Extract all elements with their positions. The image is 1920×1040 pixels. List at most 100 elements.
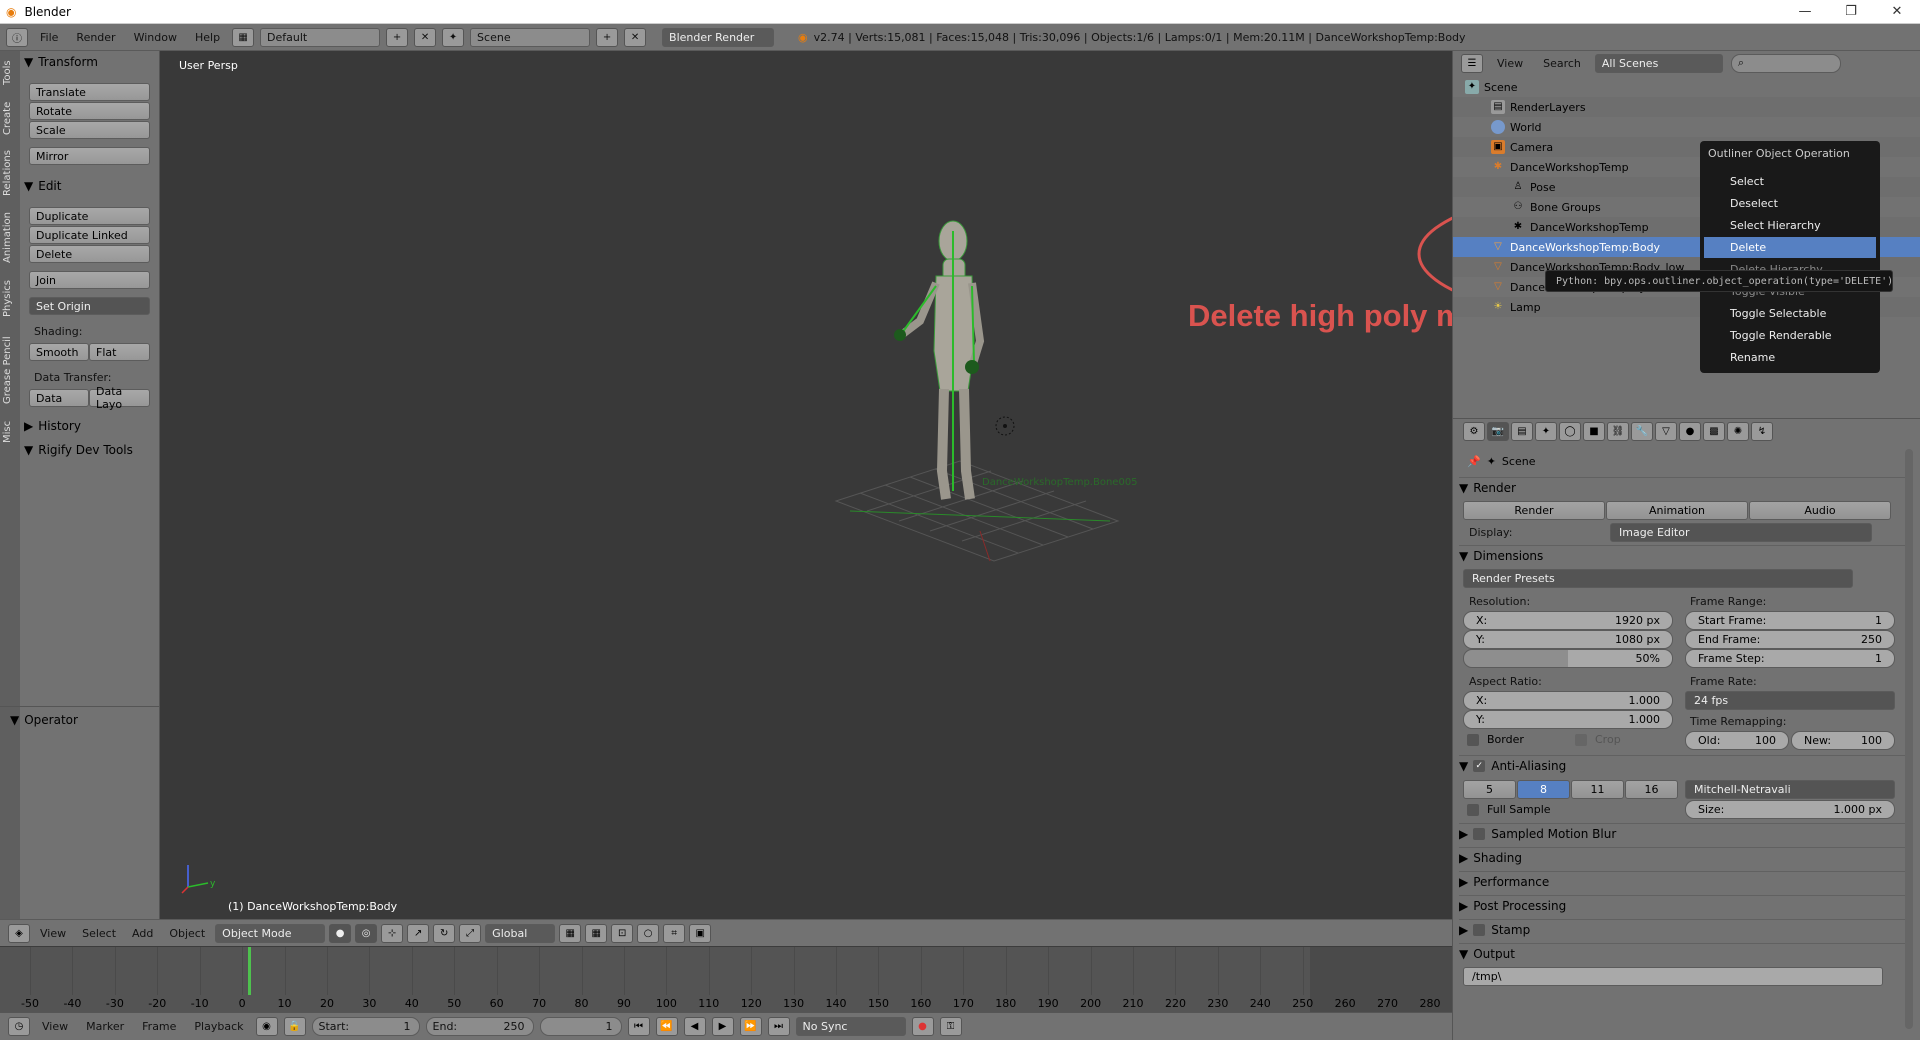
minimize-button[interactable]: — [1782, 4, 1828, 19]
close-button[interactable]: ✕ [1874, 4, 1920, 19]
editor-type-icon[interactable]: ◷ [8, 1017, 30, 1036]
shading-icon[interactable]: ● [329, 923, 352, 943]
menu-item-select-hierarchy[interactable]: Select Hierarchy [1704, 215, 1876, 236]
resolution-percent-field[interactable]: 50% [1463, 649, 1673, 668]
menu-item-toggle-selectable[interactable]: Toggle Selectable [1704, 303, 1876, 324]
lock-icon[interactable]: ⊡ [611, 923, 634, 943]
texture-tab-icon[interactable]: ▩ [1703, 421, 1725, 441]
rotate-manip-icon[interactable]: ↻ [433, 923, 456, 943]
aa-size-field[interactable]: Size: 1.000 px [1685, 800, 1895, 819]
full-sample-checkbox[interactable]: Full Sample [1467, 803, 1551, 816]
aa-sample-11[interactable]: 11 [1571, 780, 1624, 799]
sync-select[interactable]: No Sync [795, 1017, 906, 1036]
scene-icon[interactable]: ✦ [442, 27, 465, 47]
menu-item-toggle-renderable[interactable]: Toggle Renderable [1704, 325, 1876, 346]
end-frame-field[interactable]: End Frame: 250 [1685, 630, 1895, 649]
pin-icon[interactable]: 📌 [1467, 455, 1481, 468]
checkbox-icon[interactable] [1473, 827, 1486, 840]
editor-type-icon[interactable]: ⓘ [6, 27, 28, 47]
scene-field[interactable]: Scene [470, 27, 591, 47]
data-tab-icon[interactable]: ▽ [1655, 421, 1677, 441]
border-checkbox[interactable]: Border [1467, 733, 1524, 746]
editor-type-icon[interactable]: ⚙ [1463, 421, 1485, 441]
aa-sample-8[interactable]: 8 [1517, 780, 1570, 799]
flat-button[interactable]: Flat [89, 343, 150, 361]
aa-filter-select[interactable]: Mitchell-Netravali [1685, 780, 1895, 799]
anti-aliasing-panel-header[interactable]: ▼ ✓ Anti-Aliasing [1459, 755, 1909, 775]
post-processing-panel-header[interactable]: ▶ Post Processing [1459, 895, 1909, 915]
render-engine-select[interactable]: Blender Render [662, 27, 775, 47]
scale-button[interactable]: Scale [29, 121, 150, 139]
shading-panel-header[interactable]: ▶ Shading [1459, 847, 1909, 867]
transform-panel-header[interactable]: ▼ Transform [24, 53, 154, 71]
play-reverse-icon[interactable]: ◀ [683, 1017, 706, 1036]
mode-select[interactable]: Object Mode [215, 923, 326, 943]
menu-help[interactable]: Help [189, 31, 226, 44]
next-key-icon[interactable]: ⏩ [739, 1017, 762, 1036]
operator-panel-header[interactable]: ▼ Operator [10, 711, 140, 729]
rotate-button[interactable]: Rotate [29, 102, 150, 120]
join-button[interactable]: Join [29, 271, 150, 289]
properties-scrollbar[interactable] [1905, 449, 1913, 1029]
jump-start-icon[interactable]: ⏮ [627, 1017, 650, 1036]
render-tab-icon[interactable]: 📷 [1487, 421, 1509, 441]
menu-view[interactable]: View [1491, 57, 1529, 70]
tab-grease-pencil[interactable]: Grease Pencil [2, 329, 18, 411]
menu-render[interactable]: Render [70, 31, 121, 44]
outliner-row-scene[interactable]: ✦ Scene [1453, 77, 1920, 97]
performance-panel-header[interactable]: ▶ Performance [1459, 871, 1909, 891]
start-frame-field[interactable]: Start Frame: 1 [1685, 611, 1895, 630]
tab-create[interactable]: Create [2, 97, 18, 139]
menu-frame[interactable]: Frame [136, 1020, 182, 1033]
smooth-button[interactable]: Smooth [29, 343, 89, 361]
scene-tab-icon[interactable]: ✦ [1535, 421, 1557, 441]
menu-item-rename[interactable]: Rename [1704, 347, 1876, 368]
tab-relations[interactable]: Relations [2, 145, 18, 201]
particles-tab-icon[interactable]: ✺ [1727, 421, 1749, 441]
mirror-button[interactable]: Mirror [29, 147, 150, 165]
tab-animation[interactable]: Animation [2, 207, 18, 269]
prev-key-icon[interactable]: ⏪ [655, 1017, 678, 1036]
set-origin-select[interactable]: Set Origin [29, 297, 150, 315]
world-tab-icon[interactable]: ◯ [1559, 421, 1581, 441]
material-tab-icon[interactable]: ● [1679, 421, 1701, 441]
aspect-x-field[interactable]: X: 1.000 [1463, 691, 1673, 710]
end-frame-field[interactable]: End: 250 [425, 1017, 534, 1036]
scale-manip-icon[interactable]: ⤢ [459, 923, 482, 943]
pivot-icon[interactable]: ◎ [355, 923, 378, 943]
jump-end-icon[interactable]: ⏭ [767, 1017, 790, 1036]
delete-button[interactable]: Delete [29, 245, 150, 263]
manipulator-icon[interactable]: ⊹ [381, 923, 404, 943]
remap-old-field[interactable]: Old: 100 [1685, 731, 1789, 750]
checkbox-icon[interactable] [1473, 923, 1486, 936]
menu-marker[interactable]: Marker [80, 1020, 130, 1033]
tab-physics[interactable]: Physics [2, 275, 18, 323]
menu-view[interactable]: View [36, 1020, 74, 1033]
object-tab-icon[interactable]: ■ [1583, 421, 1605, 441]
animation-button[interactable]: Animation [1606, 501, 1748, 520]
frame-rate-select[interactable]: 24 fps [1685, 691, 1895, 710]
audio-button[interactable]: Audio [1749, 501, 1891, 520]
menu-file[interactable]: File [34, 31, 64, 44]
resolution-x-field[interactable]: X: 1920 px [1463, 611, 1673, 630]
play-icon[interactable]: ▶ [711, 1017, 734, 1036]
current-frame-marker[interactable] [248, 947, 251, 995]
constraints-tab-icon[interactable]: ⛓ [1607, 421, 1629, 441]
menu-view[interactable]: View [34, 927, 72, 940]
edit-panel-header[interactable]: ▼ Edit [24, 177, 154, 195]
timeline[interactable]: -50 -40 -30 -20 -10 0 10 20 30 40 50 60 70 80 90 100 110… [0, 946, 1452, 1013]
menu-item-select[interactable]: Select [1704, 171, 1876, 192]
editor-type-icon[interactable]: ☰ [1461, 53, 1483, 73]
menu-item-delete[interactable]: Delete [1704, 237, 1876, 258]
remap-new-field[interactable]: New: 100 [1791, 731, 1895, 750]
render-button[interactable]: Render [1463, 501, 1605, 520]
outliner-row-renderlayers[interactable]: ▤ RenderLayers [1453, 97, 1920, 117]
proportional-icon[interactable]: ○ [637, 923, 660, 943]
render-panel-header[interactable]: ▼ Render [1459, 477, 1909, 497]
physics-tab-icon[interactable]: ↯ [1751, 421, 1773, 441]
orientation-select[interactable]: Global [485, 923, 556, 943]
duplicate-linked-button[interactable]: Duplicate Linked [29, 226, 150, 244]
output-path-field[interactable]: /tmp\ [1463, 967, 1883, 986]
menu-select[interactable]: Select [76, 927, 122, 940]
autokey-record-icon[interactable]: ● [911, 1017, 934, 1036]
